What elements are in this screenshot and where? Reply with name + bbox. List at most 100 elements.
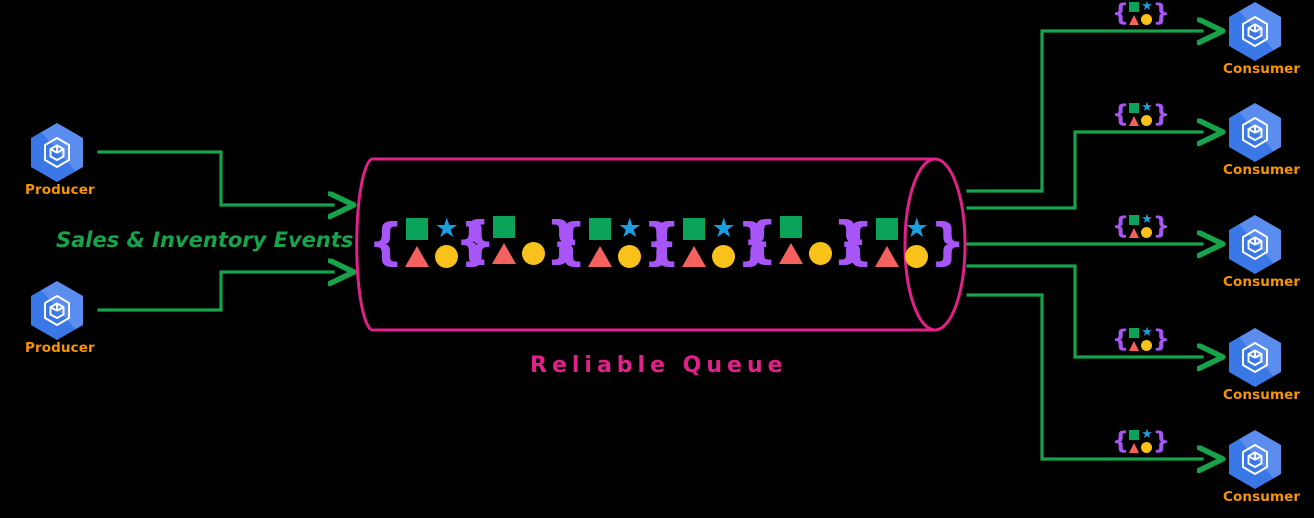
circle-shape bbox=[521, 241, 545, 265]
triangle-shape bbox=[587, 246, 612, 267]
brace-close: } bbox=[1152, 426, 1170, 455]
brace-close: } bbox=[1152, 211, 1170, 240]
circle-shape bbox=[808, 241, 832, 265]
brace-open: { bbox=[368, 212, 404, 271]
cube-hexagon-icon bbox=[1226, 215, 1284, 273]
circle-shape bbox=[1141, 227, 1153, 238]
brace-close: } bbox=[1152, 324, 1170, 353]
triangle-shape bbox=[1129, 442, 1140, 453]
connector-producer1-to-queue bbox=[97, 150, 333, 205]
connector-queue-to-consumer2 bbox=[966, 132, 1202, 210]
consumer-message-badge: { ★} bbox=[1112, 213, 1170, 238]
producer-label: Producer bbox=[25, 182, 95, 198]
consumer-node-3[interactable]: Consumer bbox=[1223, 215, 1301, 290]
connector-producer2-to-queue bbox=[97, 272, 333, 312]
triangle-shape bbox=[491, 242, 516, 264]
empty-slot bbox=[522, 216, 545, 239]
star-shape: ★ bbox=[1141, 427, 1153, 442]
square-shape bbox=[1129, 1, 1140, 12]
triangle-shape bbox=[778, 242, 803, 264]
consumer-label: Consumer bbox=[1223, 274, 1301, 290]
cube-hexagon-icon bbox=[28, 281, 86, 339]
shape-grid: ★ bbox=[681, 215, 737, 268]
shape-grid: ★ bbox=[587, 215, 643, 268]
triangle-shape bbox=[1129, 227, 1140, 238]
shape-grid bbox=[491, 216, 546, 265]
consumer-label: Consumer bbox=[1223, 162, 1301, 178]
brace-open: { bbox=[1112, 324, 1130, 353]
flow-label: Sales & Inventory Events bbox=[56, 228, 354, 252]
circle-shape bbox=[1141, 442, 1153, 453]
brace-open: { bbox=[838, 212, 874, 271]
cube-hexagon-icon bbox=[28, 123, 86, 181]
triangle-shape bbox=[681, 246, 706, 267]
brace-open: { bbox=[1112, 426, 1130, 455]
cube-hexagon-icon bbox=[1226, 2, 1284, 60]
diagram-canvas: Producer Producer Sales & Inventory Even… bbox=[0, 0, 1314, 518]
consumer-message-badge: {★} bbox=[1112, 0, 1170, 25]
cube-hexagon-icon bbox=[1226, 430, 1284, 488]
consumer-label: Consumer bbox=[1223, 61, 1301, 77]
brace-close: } bbox=[1152, 0, 1170, 27]
star-shape: ★ bbox=[1141, 0, 1153, 14]
shape-grid bbox=[778, 216, 833, 265]
consumer-node-2[interactable]: Consumer bbox=[1223, 103, 1301, 178]
square-shape bbox=[1129, 214, 1140, 225]
square-shape bbox=[1129, 102, 1140, 113]
star-shape: ★ bbox=[1141, 100, 1153, 115]
producer-label: Producer bbox=[25, 340, 95, 356]
brace-open: { bbox=[551, 212, 587, 271]
consumer-label: Consumer bbox=[1223, 489, 1301, 505]
circle-shape bbox=[1141, 340, 1153, 351]
star-shape: ★ bbox=[1141, 212, 1153, 227]
triangle-shape bbox=[1129, 115, 1140, 126]
square-shape bbox=[682, 217, 705, 240]
square-shape bbox=[405, 217, 428, 240]
consumer-node-5[interactable]: Consumer bbox=[1223, 430, 1301, 505]
brace-open: { bbox=[1112, 99, 1130, 128]
circle-shape bbox=[618, 245, 642, 268]
square-shape bbox=[492, 216, 515, 238]
circle-shape bbox=[1141, 115, 1153, 126]
producer-node-2[interactable]: Producer bbox=[25, 281, 95, 356]
empty-slot bbox=[809, 216, 832, 239]
circle-shape bbox=[1141, 14, 1153, 25]
shape-grid: ★ bbox=[1129, 213, 1153, 238]
brace-open: { bbox=[645, 212, 681, 271]
shape-grid: ★ bbox=[1129, 428, 1153, 453]
square-shape bbox=[875, 217, 898, 240]
shape-grid: ★ bbox=[1129, 101, 1153, 126]
consumer-label: Consumer bbox=[1223, 387, 1301, 403]
triangle-shape bbox=[874, 246, 899, 267]
shape-grid: ★ bbox=[1129, 0, 1153, 25]
triangle-shape bbox=[1129, 14, 1140, 25]
consumer-message-badge: { ★} bbox=[1112, 101, 1170, 126]
square-shape bbox=[1129, 327, 1140, 338]
square-shape bbox=[779, 216, 802, 238]
star-shape: ★ bbox=[711, 213, 736, 244]
brace-open: { bbox=[742, 211, 778, 269]
consumer-node-1[interactable]: Consumer bbox=[1223, 2, 1301, 77]
square-shape bbox=[1129, 429, 1140, 440]
star-shape: ★ bbox=[1141, 325, 1153, 340]
queue-label: Reliable Queue bbox=[530, 353, 788, 378]
producer-node-1[interactable]: Producer bbox=[25, 123, 95, 198]
consumer-node-4[interactable]: Consumer bbox=[1223, 328, 1301, 403]
brace-close: } bbox=[929, 212, 966, 271]
brace-open: { bbox=[1112, 211, 1130, 240]
triangle-shape bbox=[1129, 340, 1140, 351]
cube-hexagon-icon bbox=[1226, 328, 1284, 386]
consumer-message-badge: { ★} bbox=[1112, 428, 1170, 453]
queue-message: { ★} bbox=[838, 215, 965, 268]
triangle-shape bbox=[404, 246, 429, 267]
circle-shape bbox=[712, 245, 736, 268]
cube-hexagon-icon bbox=[1226, 103, 1284, 161]
square-shape bbox=[588, 217, 611, 240]
star-shape: ★ bbox=[904, 213, 929, 244]
shape-grid: ★ bbox=[404, 215, 460, 268]
consumer-message-badge: { ★} bbox=[1112, 326, 1170, 351]
shape-grid: ★ bbox=[1129, 326, 1153, 351]
shape-grid: ★ bbox=[874, 215, 930, 268]
brace-close: } bbox=[1152, 99, 1170, 128]
brace-open: { bbox=[455, 211, 491, 269]
